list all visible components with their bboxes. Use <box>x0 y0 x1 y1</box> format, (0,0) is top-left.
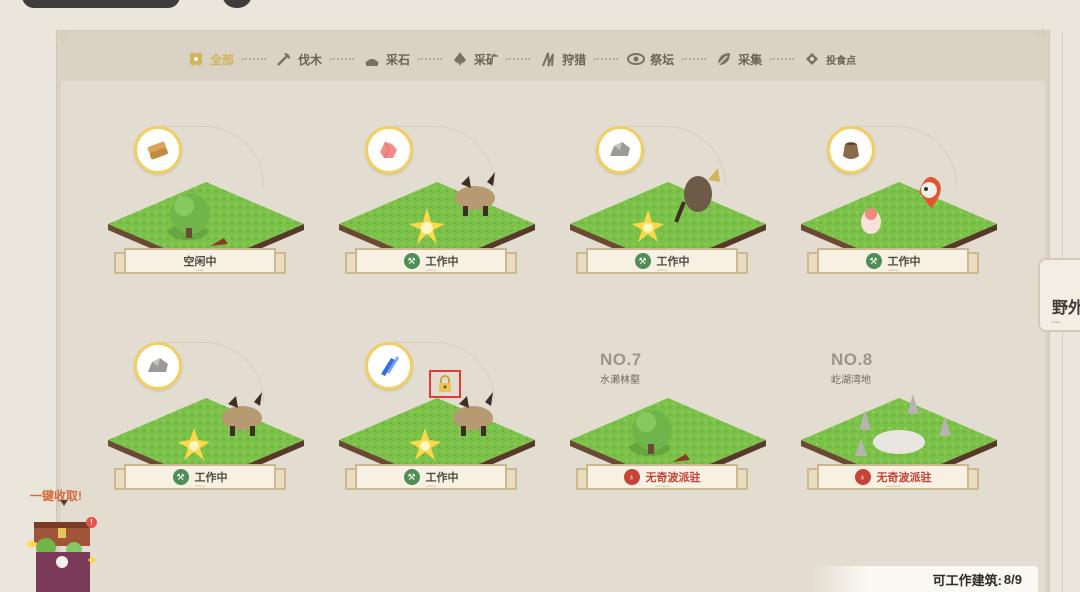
status-banner: ⚒ 工作中 ʷᵒʳᵏⁱⁿᵍ <box>114 464 286 490</box>
building-card-5[interactable]: ⚒ 工作中 ʷᵒʳᵏⁱⁿᵍ <box>106 338 306 498</box>
tab-label: 采矿 <box>474 52 499 67</box>
tab-label: 采石 <box>386 52 411 67</box>
status-text: 工作中 <box>656 256 690 268</box>
red-ore-icon <box>365 126 413 174</box>
workable-buildings-count: 可工作建筑: 8/9 <box>812 566 1038 592</box>
bag-icon: ♁ <box>623 469 640 485</box>
status-text: 无奇波派驻 <box>645 472 701 484</box>
tab-label: 投食点 <box>826 55 857 67</box>
tab-label: 全部 <box>210 52 235 67</box>
status-banner: 空闲中 ᵉᵐᵖᵗʸ <box>114 248 286 274</box>
status-banner: ⚒ 工作中 ʷᵒʳᵏⁱⁿᵍ <box>807 248 979 274</box>
tab-separator <box>242 58 267 60</box>
building-card-6[interactable]: ⚒ 工作中 ʷᵒʳᵏⁱⁿᵍ <box>337 338 537 498</box>
blue-crystal-icon <box>365 342 413 390</box>
tab-label: 采集 <box>738 52 763 67</box>
tab-gathering[interactable]: 采集 <box>714 49 762 69</box>
collect-chest-icon[interactable] <box>24 500 104 592</box>
tab-quarry[interactable]: 采石 <box>362 49 410 69</box>
building-board <box>56 30 1050 592</box>
hammer-icon: ⚒ <box>403 253 420 269</box>
stone-icon <box>596 126 644 174</box>
count-label: 可工作建筑: <box>932 572 1002 588</box>
tab-altar[interactable]: 祭坛 <box>626 49 674 69</box>
tab-separator <box>770 58 795 60</box>
claw-icon <box>538 49 558 69</box>
tab-mining[interactable]: 采矿 <box>450 49 498 69</box>
status-banner: ⚒ 工作中 ʷᵒʳᵏⁱⁿᵍ <box>576 248 748 274</box>
tab-label: 祭坛 <box>650 52 675 67</box>
side-tab-label: 野外 <box>1052 300 1080 317</box>
tab-separator <box>594 58 619 60</box>
tab-all[interactable]: 全部 <box>186 49 234 69</box>
hammer-icon: ⚒ <box>403 469 420 485</box>
status-banner: ⚒ 工作中 ʷᵒʳᵏⁱⁿᵍ <box>345 464 517 490</box>
tab-separator <box>506 58 531 60</box>
status-banner: ♁ 无奇波派驻 ᵘⁿᵃˢˢⁱᵍⁿᵉᵈ <box>576 464 748 490</box>
status-text: 工作中 <box>425 472 459 484</box>
stone-icon <box>134 342 182 390</box>
leather-sack-icon <box>827 126 875 174</box>
wild-side-tab[interactable]: 野外 ᵖʳᵒʲᵉᶜᵗ <box>1038 258 1080 332</box>
building-card-4[interactable]: ⚒ 工作中 ʷᵒʳᵏⁱⁿᵍ <box>799 122 999 282</box>
status-banner: ♁ 无奇波派驻 ᵘⁿᵃˢˢⁱᵍⁿᵉᵈ <box>807 464 979 490</box>
hammer-icon: ⚒ <box>172 469 189 485</box>
tab-separator <box>418 58 443 60</box>
wood-icon <box>134 126 182 174</box>
top-status-pill <box>22 0 180 8</box>
status-text: 工作中 <box>425 256 459 268</box>
hammer-icon: ⚒ <box>634 253 651 269</box>
tab-separator <box>330 58 355 60</box>
feed-icon <box>802 49 822 69</box>
status-text: 无奇波派驻 <box>876 472 932 484</box>
leaf-icon <box>714 49 734 69</box>
building-number: NO.7 <box>600 350 642 369</box>
bag-icon: ♁ <box>854 469 871 485</box>
lock-icon[interactable] <box>429 370 461 398</box>
tab-label: 狩猎 <box>562 52 587 67</box>
building-card-2[interactable]: ⚒ 工作中 ʷᵒʳᵏⁱⁿᵍ <box>337 122 537 282</box>
notification-badge: ! <box>86 517 97 528</box>
tab-separator <box>682 58 707 60</box>
building-card-1[interactable]: 空闲中 ᵉᵐᵖᵗʸ <box>106 122 306 282</box>
building-card-7[interactable]: NO.7 水濑林壑 ♁ 无奇波派驻 ᵘⁿᵃˢˢⁱᵍⁿᵉᵈ <box>568 338 768 498</box>
tab-logging[interactable]: 伐木 <box>274 49 322 69</box>
altar-icon <box>626 49 646 69</box>
building-card-8[interactable]: NO.8 屹湖湾地 ♁ 无奇波派驻 ᵘⁿᵃˢˢⁱᵍⁿᵉᵈ <box>799 338 999 498</box>
building-card-3[interactable]: ⚒ 工作中 ʷᵒʳᵏⁱⁿᵍ <box>568 122 768 282</box>
pickaxe-icon <box>362 49 382 69</box>
status-text: 工作中 <box>194 472 228 484</box>
axe-icon <box>274 49 294 69</box>
status-banner: ⚒ 工作中 ʷᵒʳᵏⁱⁿᵍ <box>345 248 517 274</box>
status-text: 空闲中 <box>183 256 217 268</box>
corner-star-icon: ✦ <box>1032 20 1054 50</box>
hammer-icon: ⚒ <box>865 253 882 269</box>
count-value: 8/9 <box>1003 571 1022 587</box>
building-number: NO.8 <box>831 350 873 369</box>
ore-icon <box>450 49 470 69</box>
tab-feeding[interactable]: 投食点 <box>802 49 856 69</box>
tab-label: 伐木 <box>298 52 323 67</box>
tab-hunting[interactable]: 狩猎 <box>538 49 586 69</box>
clover-icon <box>186 49 206 69</box>
status-text: 工作中 <box>887 256 921 268</box>
top-status-dot <box>222 0 252 8</box>
category-tabs: 全部 伐木 采石 采矿 狩猎 祭坛 采集 投食点 <box>186 46 856 72</box>
corner-star-icon: ✦ <box>52 22 74 52</box>
